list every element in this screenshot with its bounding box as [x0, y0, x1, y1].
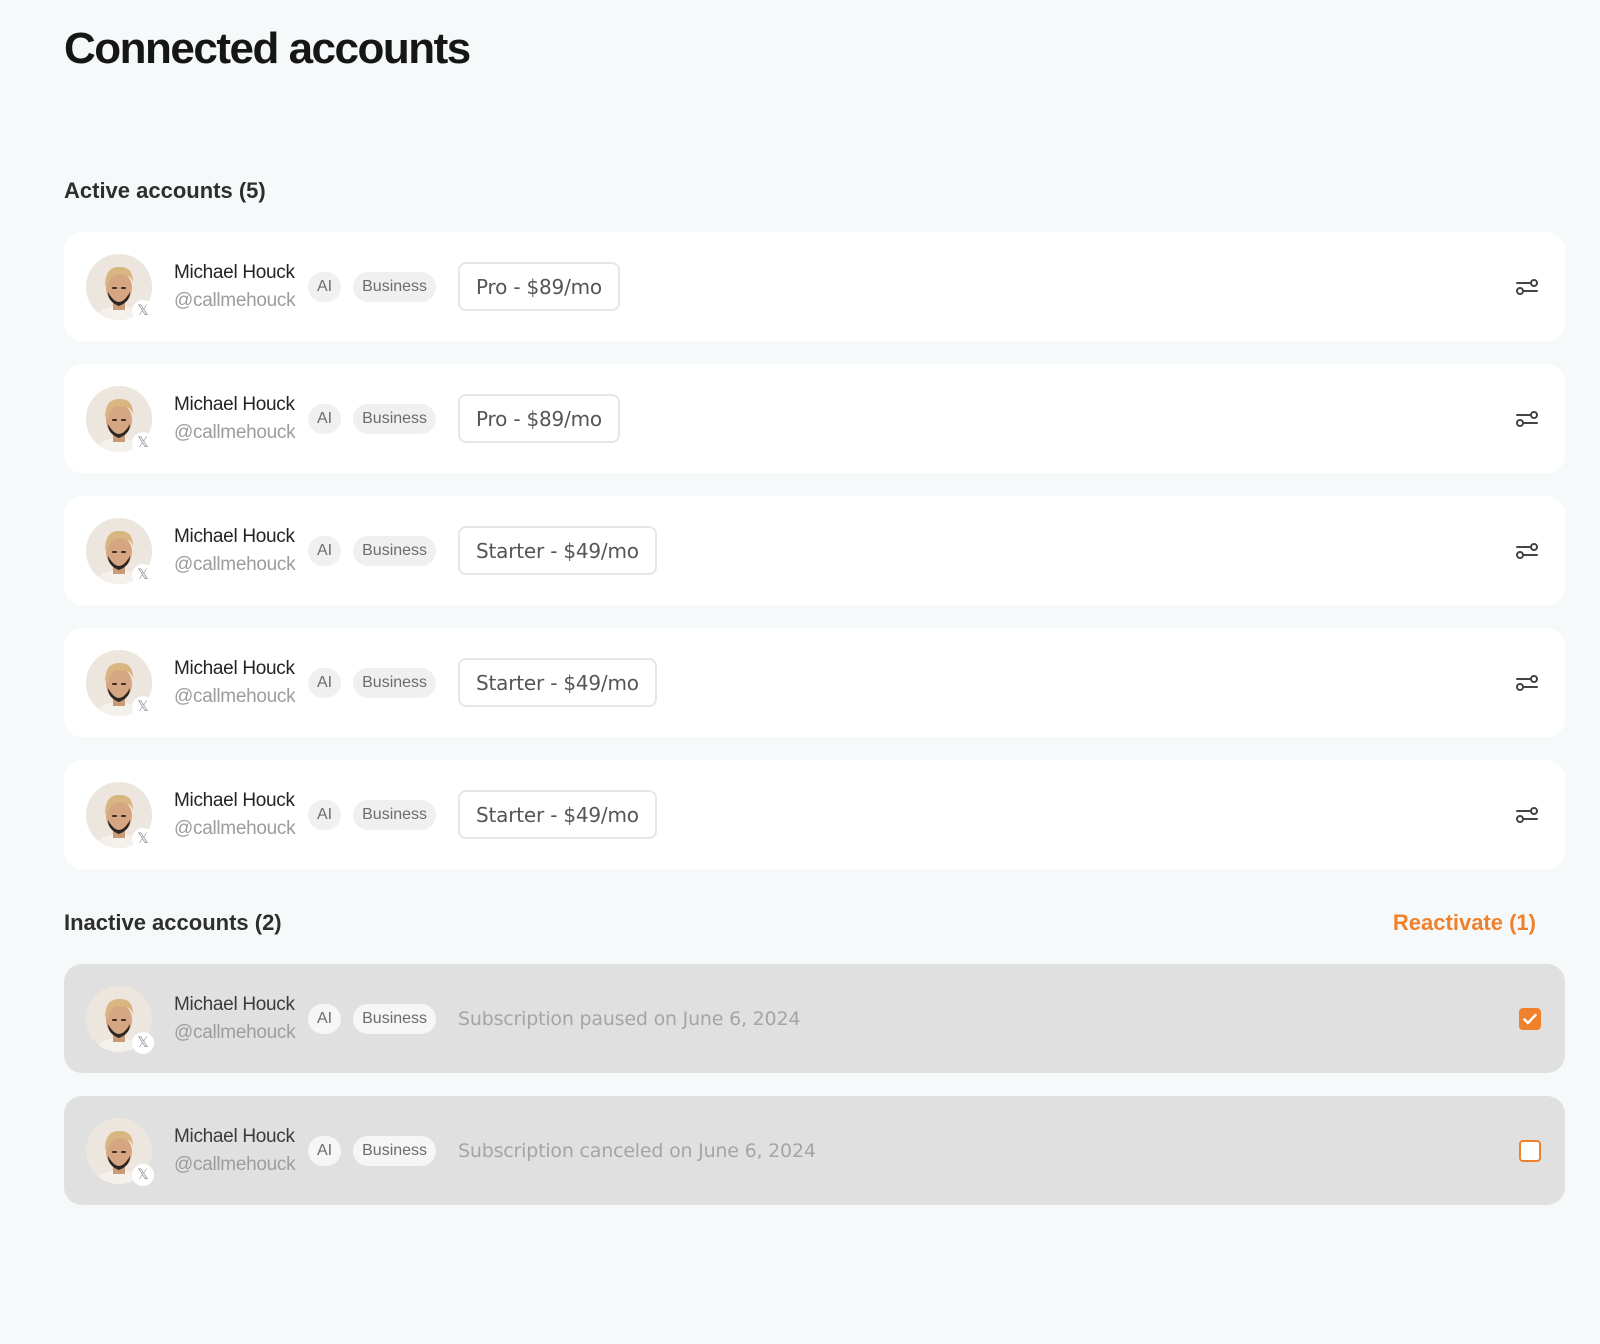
tag-business: Business — [353, 271, 437, 302]
tag-ai: AI — [308, 1135, 342, 1166]
sliders-icon — [1516, 410, 1538, 427]
account-handle: @callmehouck — [174, 685, 296, 707]
subscription-status: Subscription canceled on June 6, 2024 — [458, 1139, 816, 1162]
account-handle: @callmehouck — [174, 1153, 296, 1175]
account-name: Michael Houck — [174, 525, 295, 547]
account-names: Michael Houck @callmehouck — [174, 787, 306, 843]
page-title: Connected accounts — [64, 24, 471, 73]
account-handle: @callmehouck — [174, 289, 296, 311]
account-name: Michael Houck — [174, 789, 295, 811]
tag-ai: AI — [308, 535, 342, 566]
tag-business: Business — [353, 1003, 437, 1034]
avatar: 𝕏 — [86, 985, 154, 1054]
account-settings-button[interactable] — [1511, 799, 1543, 831]
tag-business: Business — [353, 667, 437, 698]
tag-ai: AI — [308, 1003, 342, 1034]
account-names: Michael Houck @callmehouck — [174, 991, 306, 1047]
select-checkbox[interactable] — [1519, 1007, 1541, 1030]
x-logo-icon: 𝕏 — [132, 1031, 154, 1054]
account-handle: @callmehouck — [174, 817, 296, 839]
account-name: Michael Houck — [174, 657, 295, 679]
account-settings-button[interactable] — [1511, 535, 1543, 567]
active-accounts-header: Active accounts (5) — [64, 178, 1536, 204]
x-logo-icon: 𝕏 — [132, 563, 154, 586]
sliders-icon — [1516, 542, 1538, 559]
account-name: Michael Houck — [174, 261, 295, 283]
account-names: Michael Houck @callmehouck — [174, 391, 306, 447]
account-settings-button[interactable] — [1511, 271, 1543, 303]
reactivate-button[interactable]: Reactivate (1) — [1393, 910, 1536, 936]
plan-badge: Pro - $89/mo — [458, 394, 620, 443]
plan-badge: Pro - $89/mo — [458, 262, 620, 311]
active-accounts-list: 𝕏 Michael Houck @callmehouck AI Business Pro … — [64, 232, 1565, 892]
tag-ai: AI — [308, 271, 342, 302]
tag-business: Business — [353, 1135, 437, 1166]
tag-business: Business — [353, 799, 437, 830]
account-names: Michael Houck @callmehouck — [174, 523, 306, 579]
tag-ai: AI — [308, 667, 342, 698]
tag-business: Business — [353, 535, 437, 566]
account-names: Michael Houck @callmehouck — [174, 259, 306, 315]
account-card: 𝕏 Michael Houck @callmehouck AI Business Subs… — [64, 964, 1565, 1073]
account-name: Michael Houck — [174, 393, 295, 415]
account-handle: @callmehouck — [174, 421, 296, 443]
account-name: Michael Houck — [174, 993, 295, 1015]
account-handle: @callmehouck — [174, 553, 296, 575]
tag-ai: AI — [308, 799, 342, 830]
active-accounts-title: Active accounts (5) — [64, 178, 266, 203]
account-names: Michael Houck @callmehouck — [174, 655, 306, 711]
x-logo-icon: 𝕏 — [132, 827, 154, 850]
avatar: 𝕏 — [86, 385, 154, 454]
subscription-status: Subscription paused on June 6, 2024 — [458, 1007, 801, 1030]
tag-business: Business — [353, 403, 437, 434]
account-card: 𝕏 Michael Houck @callmehouck AI Business Star… — [64, 760, 1565, 869]
inactive-accounts-title: Inactive accounts (2) — [64, 910, 282, 935]
plan-badge: Starter - $49/mo — [458, 526, 657, 575]
plan-badge: Starter - $49/mo — [458, 658, 657, 707]
sliders-icon — [1516, 278, 1538, 295]
avatar: 𝕏 — [86, 253, 154, 322]
avatar: 𝕏 — [86, 1117, 154, 1186]
account-card: 𝕏 Michael Houck @callmehouck AI Business Star… — [64, 628, 1565, 737]
avatar: 𝕏 — [86, 517, 154, 586]
account-card: 𝕏 Michael Houck @callmehouck AI Business Subs… — [64, 1096, 1565, 1205]
plan-badge: Starter - $49/mo — [458, 790, 657, 839]
x-logo-icon: 𝕏 — [132, 695, 154, 718]
connected-accounts-page: Connected accounts Active accounts (5) 𝕏… — [0, 0, 1600, 1344]
x-logo-icon: 𝕏 — [132, 1163, 154, 1186]
x-logo-icon: 𝕏 — [132, 299, 154, 322]
account-names: Michael Houck @callmehouck — [174, 1123, 306, 1179]
select-checkbox[interactable] — [1519, 1139, 1541, 1162]
avatar: 𝕏 — [86, 781, 154, 850]
inactive-accounts-header: Inactive accounts (2) Reactivate (1) — [64, 910, 1536, 936]
x-logo-icon: 𝕏 — [132, 431, 154, 454]
sliders-icon — [1516, 674, 1538, 691]
avatar: 𝕏 — [86, 649, 154, 718]
account-card: 𝕏 Michael Houck @callmehouck AI Business Pro … — [64, 364, 1565, 473]
sliders-icon — [1516, 806, 1538, 823]
account-name: Michael Houck — [174, 1125, 295, 1147]
account-settings-button[interactable] — [1511, 403, 1543, 435]
account-card: 𝕏 Michael Houck @callmehouck AI Business Pro … — [64, 232, 1565, 341]
account-settings-button[interactable] — [1511, 667, 1543, 699]
check-icon — [1523, 1013, 1537, 1024]
inactive-accounts-list: 𝕏 Michael Houck @callmehouck AI Business Subs… — [64, 964, 1565, 1228]
tag-ai: AI — [308, 403, 342, 434]
account-handle: @callmehouck — [174, 1021, 296, 1043]
account-card: 𝕏 Michael Houck @callmehouck AI Business Star… — [64, 496, 1565, 605]
